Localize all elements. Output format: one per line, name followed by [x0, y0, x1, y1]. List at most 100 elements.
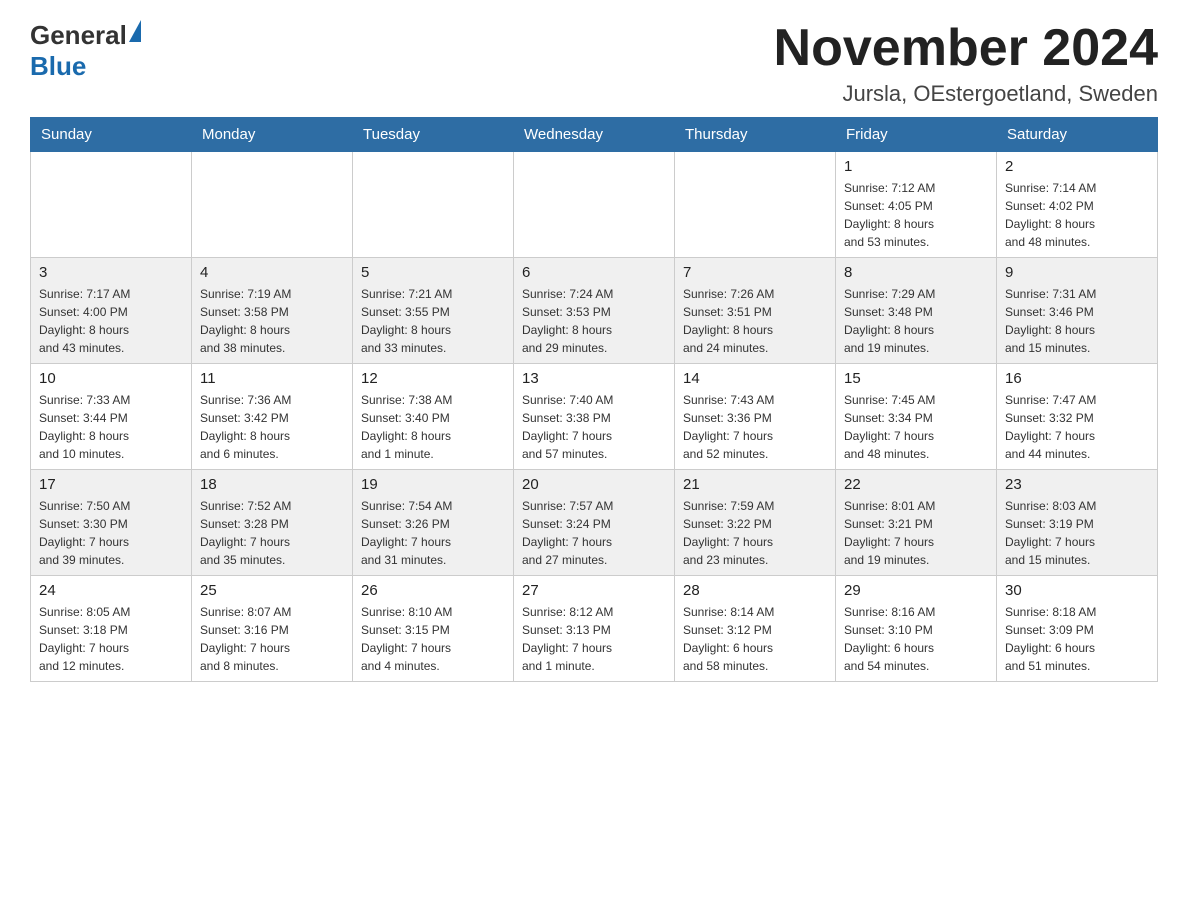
day-number: 10	[39, 370, 183, 387]
calendar-cell: 19 Sunrise: 7:54 AM Sunset: 3:26 PM Dayli…	[353, 470, 514, 576]
calendar-cell: 2 Sunrise: 7:14 AM Sunset: 4:02 PM Daylig…	[997, 152, 1158, 258]
calendar-week-row: 17 Sunrise: 7:50 AM Sunset: 3:30 PM Dayli…	[31, 470, 1158, 576]
day-number: 19	[361, 476, 505, 493]
day-number: 1	[844, 158, 988, 175]
day-info: Sunrise: 8:12 AM Sunset: 3:13 PM Dayligh…	[522, 603, 666, 675]
calendar-cell: 13 Sunrise: 7:40 AM Sunset: 3:38 PM Dayli…	[514, 364, 675, 470]
day-info: Sunrise: 7:40 AM Sunset: 3:38 PM Dayligh…	[522, 391, 666, 463]
day-number: 9	[1005, 264, 1149, 281]
calendar-cell	[514, 152, 675, 258]
calendar-cell: 22 Sunrise: 8:01 AM Sunset: 3:21 PM Dayli…	[836, 470, 997, 576]
logo: General Blue	[30, 20, 141, 82]
calendar-week-row: 10 Sunrise: 7:33 AM Sunset: 3:44 PM Dayli…	[31, 364, 1158, 470]
calendar-header-saturday: Saturday	[997, 118, 1158, 152]
day-info: Sunrise: 7:43 AM Sunset: 3:36 PM Dayligh…	[683, 391, 827, 463]
calendar-week-row: 1 Sunrise: 7:12 AM Sunset: 4:05 PM Daylig…	[31, 152, 1158, 258]
calendar-cell: 29Sunrise: 8:16 AM Sunset: 3:10 PM Dayli…	[836, 576, 997, 682]
calendar-cell: 18 Sunrise: 7:52 AM Sunset: 3:28 PM Dayli…	[192, 470, 353, 576]
calendar-cell: 12Sunrise: 7:38 AM Sunset: 3:40 PM Dayli…	[353, 364, 514, 470]
calendar-cell: 20 Sunrise: 7:57 AM Sunset: 3:24 PM Dayli…	[514, 470, 675, 576]
calendar-cell	[31, 152, 192, 258]
calendar-cell: 17 Sunrise: 7:50 AM Sunset: 3:30 PM Dayli…	[31, 470, 192, 576]
day-number: 24	[39, 582, 183, 599]
calendar-cell: 4 Sunrise: 7:19 AM Sunset: 3:58 PM Daylig…	[192, 258, 353, 364]
day-number: 28	[683, 582, 827, 599]
day-info: Sunrise: 8:07 AM Sunset: 3:16 PM Dayligh…	[200, 603, 344, 675]
day-info: Sunrise: 7:26 AM Sunset: 3:51 PM Dayligh…	[683, 285, 827, 357]
day-info: Sunrise: 7:24 AM Sunset: 3:53 PM Dayligh…	[522, 285, 666, 357]
day-info: Sunrise: 7:17 AM Sunset: 4:00 PM Dayligh…	[39, 285, 183, 357]
day-number: 12	[361, 370, 505, 387]
day-number: 17	[39, 476, 183, 493]
calendar-cell: 1 Sunrise: 7:12 AM Sunset: 4:05 PM Daylig…	[836, 152, 997, 258]
day-number: 25	[200, 582, 344, 599]
calendar-cell: 7Sunrise: 7:26 AM Sunset: 3:51 PM Daylig…	[675, 258, 836, 364]
day-info: Sunrise: 7:29 AM Sunset: 3:48 PM Dayligh…	[844, 285, 988, 357]
day-info: Sunrise: 7:45 AM Sunset: 3:34 PM Dayligh…	[844, 391, 988, 463]
day-number: 18	[200, 476, 344, 493]
day-number: 23	[1005, 476, 1149, 493]
calendar-cell: 25 Sunrise: 8:07 AM Sunset: 3:16 PM Dayli…	[192, 576, 353, 682]
logo-triangle-icon	[129, 20, 141, 42]
calendar-cell	[675, 152, 836, 258]
calendar-header-friday: Friday	[836, 118, 997, 152]
day-number: 11	[200, 370, 344, 387]
day-number: 20	[522, 476, 666, 493]
day-info: Sunrise: 7:14 AM Sunset: 4:02 PM Dayligh…	[1005, 179, 1149, 251]
day-number: 5	[361, 264, 505, 281]
calendar-cell: 30Sunrise: 8:18 AM Sunset: 3:09 PM Dayli…	[997, 576, 1158, 682]
day-number: 13	[522, 370, 666, 387]
calendar-header-thursday: Thursday	[675, 118, 836, 152]
day-number: 15	[844, 370, 988, 387]
calendar-subtitle: Jursla, OEstergoetland, Sweden	[774, 81, 1158, 107]
calendar-cell: 15 Sunrise: 7:45 AM Sunset: 3:34 PM Dayli…	[836, 364, 997, 470]
calendar-cell: 16 Sunrise: 7:47 AM Sunset: 3:32 PM Dayli…	[997, 364, 1158, 470]
calendar-cell: 28Sunrise: 8:14 AM Sunset: 3:12 PM Dayli…	[675, 576, 836, 682]
day-info: Sunrise: 8:18 AM Sunset: 3:09 PM Dayligh…	[1005, 603, 1149, 675]
day-info: Sunrise: 7:33 AM Sunset: 3:44 PM Dayligh…	[39, 391, 183, 463]
calendar-table: SundayMondayTuesdayWednesdayThursdayFrid…	[30, 117, 1158, 682]
calendar-header-monday: Monday	[192, 118, 353, 152]
calendar-cell	[192, 152, 353, 258]
day-info: Sunrise: 7:36 AM Sunset: 3:42 PM Dayligh…	[200, 391, 344, 463]
day-number: 27	[522, 582, 666, 599]
day-info: Sunrise: 7:52 AM Sunset: 3:28 PM Dayligh…	[200, 497, 344, 569]
day-number: 22	[844, 476, 988, 493]
calendar-header-row: SundayMondayTuesdayWednesdayThursdayFrid…	[31, 118, 1158, 152]
calendar-header-sunday: Sunday	[31, 118, 192, 152]
page-header: General Blue November 2024 Jursla, OEste…	[30, 20, 1158, 107]
calendar-cell: 27 Sunrise: 8:12 AM Sunset: 3:13 PM Dayli…	[514, 576, 675, 682]
day-info: Sunrise: 7:12 AM Sunset: 4:05 PM Dayligh…	[844, 179, 988, 251]
day-number: 2	[1005, 158, 1149, 175]
title-block: November 2024 Jursla, OEstergoetland, Sw…	[774, 20, 1158, 107]
day-info: Sunrise: 7:47 AM Sunset: 3:32 PM Dayligh…	[1005, 391, 1149, 463]
day-number: 21	[683, 476, 827, 493]
day-number: 4	[200, 264, 344, 281]
calendar-cell: 3 Sunrise: 7:17 AM Sunset: 4:00 PM Daylig…	[31, 258, 192, 364]
day-number: 3	[39, 264, 183, 281]
day-info: Sunrise: 7:50 AM Sunset: 3:30 PM Dayligh…	[39, 497, 183, 569]
day-info: Sunrise: 7:19 AM Sunset: 3:58 PM Dayligh…	[200, 285, 344, 357]
day-info: Sunrise: 8:01 AM Sunset: 3:21 PM Dayligh…	[844, 497, 988, 569]
calendar-week-row: 24 Sunrise: 8:05 AM Sunset: 3:18 PM Dayli…	[31, 576, 1158, 682]
calendar-cell: 11 Sunrise: 7:36 AM Sunset: 3:42 PM Dayli…	[192, 364, 353, 470]
calendar-header-wednesday: Wednesday	[514, 118, 675, 152]
calendar-cell: 14Sunrise: 7:43 AM Sunset: 3:36 PM Dayli…	[675, 364, 836, 470]
day-info: Sunrise: 7:59 AM Sunset: 3:22 PM Dayligh…	[683, 497, 827, 569]
logo-text: General Blue	[30, 20, 141, 82]
day-info: Sunrise: 7:54 AM Sunset: 3:26 PM Dayligh…	[361, 497, 505, 569]
day-info: Sunrise: 8:05 AM Sunset: 3:18 PM Dayligh…	[39, 603, 183, 675]
day-info: Sunrise: 7:31 AM Sunset: 3:46 PM Dayligh…	[1005, 285, 1149, 357]
calendar-header-tuesday: Tuesday	[353, 118, 514, 152]
calendar-cell: 10 Sunrise: 7:33 AM Sunset: 3:44 PM Dayli…	[31, 364, 192, 470]
calendar-cell: 6Sunrise: 7:24 AM Sunset: 3:53 PM Daylig…	[514, 258, 675, 364]
day-info: Sunrise: 7:57 AM Sunset: 3:24 PM Dayligh…	[522, 497, 666, 569]
calendar-cell: 21 Sunrise: 7:59 AM Sunset: 3:22 PM Dayli…	[675, 470, 836, 576]
day-number: 16	[1005, 370, 1149, 387]
day-number: 8	[844, 264, 988, 281]
day-info: Sunrise: 7:21 AM Sunset: 3:55 PM Dayligh…	[361, 285, 505, 357]
calendar-cell	[353, 152, 514, 258]
logo-general-text: General	[30, 20, 127, 51]
calendar-cell: 23 Sunrise: 8:03 AM Sunset: 3:19 PM Dayli…	[997, 470, 1158, 576]
day-info: Sunrise: 8:03 AM Sunset: 3:19 PM Dayligh…	[1005, 497, 1149, 569]
